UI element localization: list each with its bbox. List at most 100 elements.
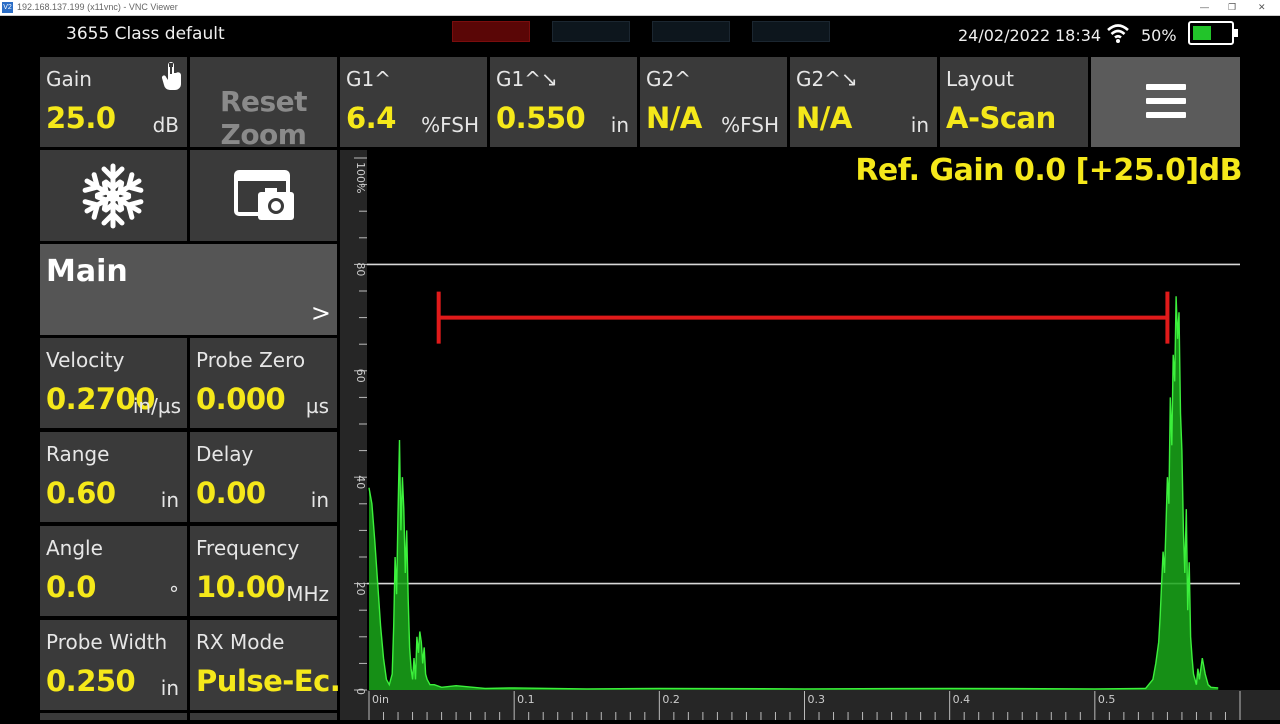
g2-depth-tile[interactable]: G2^↘ N/A in [790, 57, 937, 147]
gain-tile[interactable]: Gain 25.0 dB [40, 57, 187, 147]
x-tick-label: 0.5 [1098, 693, 1116, 706]
angle-value: 0.0 [46, 570, 96, 604]
angle-unit: ° [169, 582, 179, 606]
wifi-icon [1107, 24, 1129, 43]
g1-depth-unit: in [610, 113, 629, 137]
a-scan-svg[interactable]: 100% 80 60 40 20 0 0in 0.1 0.2 0.3 0.4 0.5 [340, 150, 1280, 720]
layout-label: Layout [946, 67, 1014, 91]
g1-depth-value: 0.550 [496, 101, 586, 135]
battery-icon [1188, 21, 1238, 45]
rx-mode-tile[interactable]: RX Mode Pulse-Ec... [190, 620, 362, 710]
g2-depth-label: G2^↘ [796, 67, 858, 91]
screenshot-camera-icon [234, 170, 294, 220]
range-label: Range [46, 442, 110, 466]
gain-value: 25.0 [46, 101, 116, 135]
battery-tip [1234, 29, 1238, 37]
g1-peak-unit: %FSH [421, 113, 479, 137]
rx-mode-value: Pulse-Ec... [196, 664, 362, 698]
gain-unit: dB [152, 113, 179, 137]
x-tick-label: 0.4 [953, 693, 971, 706]
delay-label: Delay [196, 442, 254, 466]
probe-width-label: Probe Width [46, 630, 168, 654]
range-unit: in [160, 488, 179, 512]
vnc-app-icon: V2 [2, 2, 13, 13]
probe-zero-tile[interactable]: Probe Zero 0.000 µs [190, 338, 337, 428]
y-tick-label: 20 [354, 582, 367, 596]
alarm-indicator-2 [552, 21, 630, 42]
status-bar: 3655 Class default 24/02/2022 18:34 50% [0, 16, 1280, 56]
alarm-indicator-1 [452, 21, 530, 42]
g2-depth-unit: in [910, 113, 929, 137]
y-axis-ruler [340, 150, 367, 720]
alarm-indicator-3 [652, 21, 730, 42]
main-label: Main [46, 254, 128, 289]
probe-width-value: 0.250 [46, 664, 136, 698]
vnc-title-bar: V2 192.168.137.199 (x11vnc) - VNC Viewer … [0, 0, 1280, 16]
param-tile-partial-1[interactable] [40, 713, 187, 720]
velocity-tile[interactable]: Velocity 0.2700 in/µs [40, 338, 187, 428]
g1-peak-label: G1^ [346, 67, 391, 91]
g2-peak-unit: %FSH [721, 113, 779, 137]
g1-depth-tile[interactable]: G1^↘ 0.550 in [490, 57, 637, 147]
x-tick-label: 0.3 [808, 693, 826, 706]
g2-peak-value: N/A [646, 101, 702, 135]
velocity-label: Velocity [46, 348, 125, 372]
param-tile-partial-2[interactable] [190, 713, 337, 720]
rx-mode-label: RX Mode [196, 630, 285, 654]
close-icon[interactable]: ✕ [1258, 0, 1266, 15]
frequency-label: Frequency [196, 536, 300, 560]
g1-peak-tile[interactable]: G1^ 6.4 %FSH [340, 57, 487, 147]
frequency-unit: MHz [286, 582, 329, 606]
status-date: 24/02/2022 [958, 26, 1051, 45]
probe-zero-value: 0.000 [196, 382, 286, 416]
touch-hand-icon [161, 62, 181, 91]
probe-width-tile[interactable]: Probe Width 0.250 in [40, 620, 187, 710]
probe-zero-unit: µs [305, 394, 329, 418]
g2-peak-label: G2^ [646, 67, 691, 91]
delay-value: 0.00 [196, 476, 266, 510]
angle-label: Angle [46, 536, 103, 560]
y-tick-label: 0 [354, 688, 367, 695]
battery-fill [1193, 26, 1211, 40]
menu-button[interactable] [1091, 57, 1240, 147]
snowflake-icon [80, 163, 146, 231]
gain-label: Gain [46, 67, 92, 91]
alarm-indicator-4 [752, 21, 830, 42]
freeze-button[interactable] [40, 150, 187, 241]
reset-zoom-button[interactable]: Reset Zoom [190, 57, 337, 151]
layout-tile[interactable]: Layout A-Scan [940, 57, 1088, 147]
probe-width-unit: in [160, 676, 179, 700]
angle-tile[interactable]: Angle 0.0 ° [40, 526, 187, 616]
screenshot-button[interactable] [190, 150, 337, 241]
g2-peak-tile[interactable]: G2^ N/A %FSH [640, 57, 787, 147]
y-tick-label: 80 [354, 262, 367, 276]
status-time: 18:34 [1055, 26, 1102, 45]
delay-unit: in [310, 488, 329, 512]
a-scan-plot[interactable]: 100% 80 60 40 20 0 0in 0.1 0.2 0.3 0.4 0.5 [340, 150, 1280, 720]
restore-icon[interactable]: ❐ [1228, 0, 1236, 15]
reset-zoom-label: Reset Zoom [219, 85, 308, 151]
range-value: 0.60 [46, 476, 116, 510]
range-tile[interactable]: Range 0.60 in [40, 432, 187, 522]
y-tick-label: 40 [354, 475, 367, 489]
ref-gain-readout: Ref. Gain 0.0 [+25.0]dB [855, 153, 1242, 188]
g1-peak-value: 6.4 [346, 101, 396, 135]
y-tick-label: 60 [354, 369, 367, 383]
frequency-tile[interactable]: Frequency 10.00 MHz [190, 526, 337, 616]
minimize-icon[interactable]: — [1200, 0, 1209, 15]
main-menu-button[interactable]: Main > [40, 244, 337, 335]
g1-depth-label: G1^↘ [496, 67, 558, 91]
y-tick-label: 100% [354, 162, 367, 193]
x-tick-label: 0.1 [517, 693, 535, 706]
vnc-window-title: 192.168.137.199 (x11vnc) - VNC Viewer [17, 2, 178, 12]
delay-tile[interactable]: Delay 0.00 in [190, 432, 337, 522]
velocity-unit: in/µs [132, 394, 181, 418]
profile-name[interactable]: 3655 Class default [66, 24, 225, 44]
chevron-right-icon: > [310, 299, 331, 327]
battery-percent: 50% [1141, 26, 1177, 45]
layout-value: A-Scan [946, 101, 1056, 135]
frequency-value: 10.00 [196, 570, 286, 604]
g2-depth-value: N/A [796, 101, 852, 135]
x-tick-label: 0.2 [662, 693, 680, 706]
x-tick-label: 0in [372, 693, 389, 706]
